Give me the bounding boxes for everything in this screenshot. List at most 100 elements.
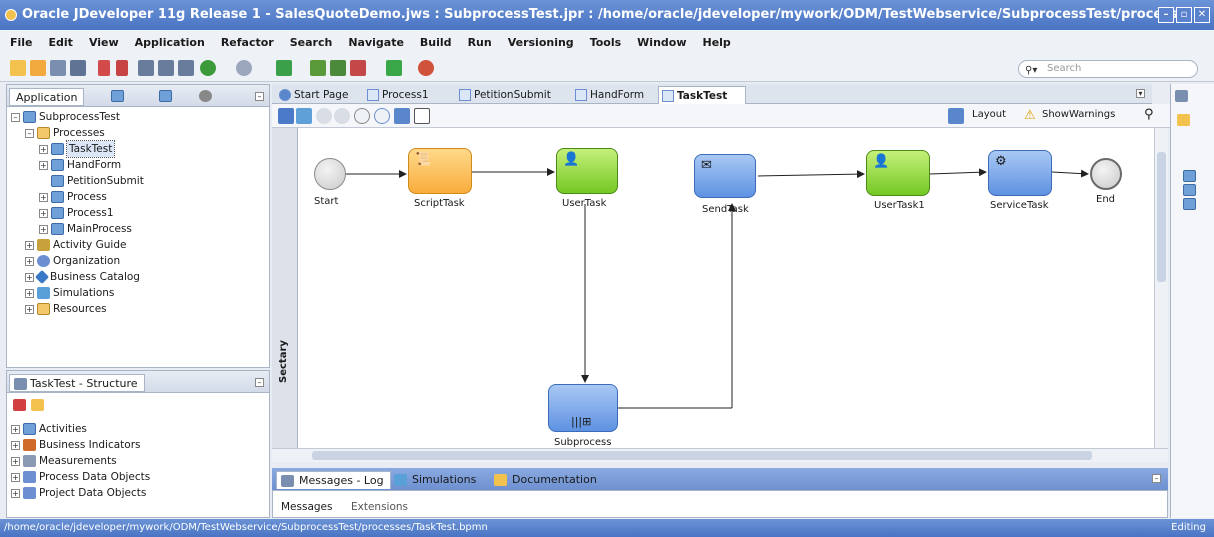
grid-icon[interactable] (394, 108, 410, 124)
undo-icon[interactable] (98, 60, 110, 76)
show-warnings-button[interactable]: ShowWarnings (1042, 109, 1115, 120)
redo-icon[interactable] (116, 60, 128, 76)
menu-application[interactable]: Application (135, 36, 205, 49)
save-icon[interactable] (50, 60, 66, 76)
service-task[interactable]: ⚙ (988, 150, 1052, 196)
structure-item-business-indicators[interactable]: + Business Indicators (11, 437, 141, 453)
palette-icon[interactable] (1175, 90, 1188, 102)
save-all-icon[interactable] (70, 60, 86, 76)
draw-icon[interactable] (414, 108, 430, 124)
zoom-fit-icon[interactable] (296, 108, 312, 124)
expand-icon[interactable]: + (39, 160, 48, 170)
search-field[interactable]: ⚲▾ Search (1018, 60, 1198, 78)
tab-list-icon[interactable]: ▾ (1136, 89, 1145, 98)
tree-item-organization[interactable]: + Organization (25, 253, 120, 269)
expand-icon[interactable]: + (25, 304, 34, 314)
send-task[interactable]: ✉ (694, 154, 756, 198)
structure-item-project-data-objects[interactable]: + Project Data Objects (11, 485, 146, 501)
rebuild-icon[interactable] (330, 60, 346, 76)
menu-versioning[interactable]: Versioning (508, 36, 574, 49)
tab-start-page[interactable]: Start Page (276, 86, 356, 104)
expand-icon[interactable]: + (11, 424, 20, 434)
expand-icon[interactable]: + (39, 208, 48, 218)
cut-icon[interactable] (138, 60, 154, 76)
make-icon[interactable] (310, 60, 326, 76)
maximize-button[interactable]: ▫ (1176, 7, 1192, 23)
menu-search[interactable]: Search (290, 36, 333, 49)
subtab-extensions[interactable]: Extensions (345, 501, 414, 513)
menu-file[interactable]: File (10, 36, 33, 49)
tree-item-subprocesstest[interactable]: – SubprocessTest (11, 109, 120, 125)
user-task[interactable]: 👤 (556, 148, 618, 194)
menu-refactor[interactable]: Refactor (221, 36, 274, 49)
tab-messages-log[interactable]: Messages - Log (276, 471, 391, 489)
copy-icon[interactable] (158, 60, 174, 76)
canvas-vertical-scrollbar[interactable] (1154, 128, 1168, 448)
minimize-button[interactable]: – (1158, 7, 1174, 23)
structure-item-process-data-objects[interactable]: + Process Data Objects (11, 469, 150, 485)
back-icon[interactable] (200, 60, 216, 76)
navigator-tab-icon[interactable] (199, 90, 212, 102)
expand-icon[interactable]: + (25, 256, 34, 266)
tab-structure[interactable]: TaskTest - Structure (9, 374, 145, 392)
component-icon[interactable] (1183, 184, 1196, 196)
canvas-horizontal-scrollbar[interactable] (272, 448, 1168, 462)
tab-petitionsubmit[interactable]: PetitionSubmit (456, 86, 566, 104)
select-icon[interactable] (278, 108, 294, 124)
tree-item-simulations[interactable]: + Simulations (25, 285, 114, 301)
navigator-tab-icon[interactable] (159, 90, 172, 102)
new-file-icon[interactable] (10, 60, 26, 76)
tree-item-tasktest[interactable]: + TaskTest (39, 140, 116, 158)
component-icon[interactable] (1183, 170, 1196, 182)
menu-run[interactable]: Run (468, 36, 492, 49)
zoom-in-icon[interactable] (334, 108, 350, 124)
tree-item-resources[interactable]: + Resources (25, 301, 107, 317)
layout-button[interactable]: Layout (972, 109, 1006, 120)
expand-icon[interactable]: + (25, 288, 34, 298)
run-icon[interactable] (386, 60, 402, 76)
component-icon[interactable] (1183, 198, 1196, 210)
paste-icon[interactable] (178, 60, 194, 76)
tab-simulations[interactable]: Simulations (390, 471, 482, 489)
forward-icon[interactable] (236, 60, 252, 76)
minimize-panel-icon[interactable]: – (1152, 474, 1161, 483)
expand-icon[interactable]: + (11, 456, 20, 466)
close-button[interactable]: ✕ (1194, 7, 1210, 23)
expand-icon[interactable]: + (39, 144, 48, 154)
expand-icon[interactable]: + (11, 472, 20, 482)
zoom-out-icon[interactable] (316, 108, 332, 124)
tab-application[interactable]: Application (9, 88, 85, 106)
structure-item-measurements[interactable]: + Measurements (11, 453, 117, 469)
collapse-icon[interactable]: – (11, 112, 20, 122)
subprocess-task[interactable]: |||⊞ (548, 384, 618, 432)
debug-icon[interactable] (418, 60, 434, 76)
expand-icon[interactable]: + (39, 192, 48, 202)
tab-process1[interactable]: Process1 (364, 86, 450, 104)
navigator-tab-icon[interactable] (111, 90, 124, 102)
menu-navigate[interactable]: Navigate (348, 36, 404, 49)
tree-item-process[interactable]: + Process (39, 189, 107, 205)
tree-item-processes[interactable]: – Processes (25, 125, 105, 141)
tree-item-activity-guide[interactable]: + Activity Guide (25, 237, 126, 253)
expand-icon[interactable]: + (25, 240, 34, 250)
tree-item-process1[interactable]: + Process1 (39, 205, 114, 221)
open-icon[interactable] (30, 60, 46, 76)
expand-icon[interactable]: + (11, 440, 20, 450)
tab-handform[interactable]: HandForm (572, 86, 658, 104)
menu-edit[interactable]: Edit (49, 36, 73, 49)
menu-window[interactable]: Window (637, 36, 686, 49)
clean-icon[interactable] (350, 60, 366, 76)
tree-item-handform[interactable]: + HandForm (39, 157, 121, 173)
menu-help[interactable]: Help (703, 36, 731, 49)
menu-build[interactable]: Build (420, 36, 452, 49)
deploy-icon[interactable] (276, 60, 292, 76)
user-task-1[interactable]: 👤 (866, 150, 930, 196)
tab-documentation[interactable]: Documentation (490, 471, 603, 489)
tree-item-mainprocess[interactable]: + MainProcess (39, 221, 132, 237)
tab-tasktest[interactable]: TaskTest (658, 86, 746, 104)
minimize-panel-icon[interactable]: – (255, 92, 264, 101)
pin-icon[interactable] (13, 399, 26, 411)
end-event[interactable] (1090, 158, 1122, 190)
zoom-100-icon[interactable] (354, 108, 370, 124)
expand-icon[interactable]: + (25, 272, 34, 282)
